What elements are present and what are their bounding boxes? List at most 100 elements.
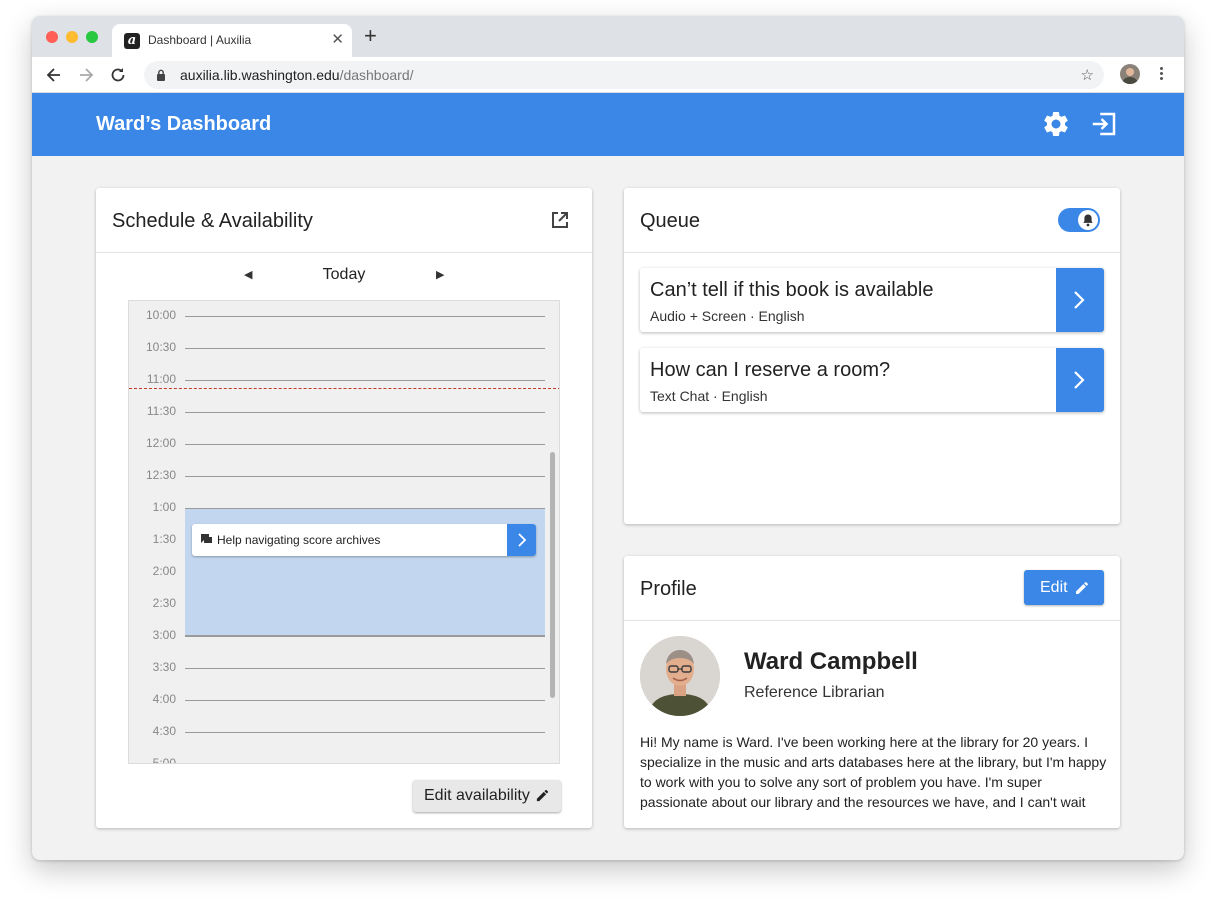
address-bar[interactable]: auxilia.lib.washington.edu/dashboard/ ☆ [144, 61, 1104, 89]
profile-name: Ward Campbell [744, 648, 918, 675]
queue-card-header: Queue [624, 188, 1120, 253]
time-slot-label: 4:30 [152, 724, 176, 738]
time-slot-label: 2:00 [152, 564, 176, 578]
time-slot[interactable]: 3:30 [129, 660, 559, 700]
time-slot[interactable]: 4:30 [129, 724, 559, 763]
open-external-icon[interactable] [550, 210, 570, 230]
edit-availability-label: Edit availability [424, 787, 530, 804]
appointment-label: Help navigating score archives [217, 533, 381, 547]
time-slot[interactable]: 11:00 [129, 372, 559, 412]
calendar-scrollbar[interactable] [550, 452, 555, 698]
reload-icon[interactable] [108, 65, 128, 85]
time-slot-label: 10:00 [145, 308, 176, 322]
browser-profile-avatar[interactable] [1120, 64, 1140, 84]
time-slot-label: 3:00 [152, 628, 176, 642]
edit-availability-button[interactable]: Edit availability [413, 780, 561, 812]
calendar-day-view[interactable]: 10:00 10:30 11:00 11:30 12:00 12:30 1:00 1:30 2:… [128, 300, 560, 764]
gear-icon[interactable] [1041, 109, 1071, 139]
toggle-knob [1078, 210, 1098, 230]
app-header: Ward’s Dashboard [32, 93, 1184, 156]
back-arrow-icon[interactable] [44, 65, 64, 85]
close-tab-icon[interactable]: ✕ [331, 30, 344, 48]
appointment-item[interactable]: Help navigating score archives [192, 524, 536, 556]
edit-profile-button[interactable]: Edit [1024, 570, 1104, 605]
site-favicon: a [124, 33, 140, 49]
profile-bio: Hi! My name is Ward. I've been working h… [640, 734, 1107, 810]
queue-item[interactable]: How can I reserve a room? Text Chat · En… [640, 348, 1104, 412]
chevron-right-icon [518, 533, 527, 547]
queue-item-subtitle: Text Chat · English [650, 388, 768, 404]
queue-title: Queue [640, 210, 701, 232]
time-slot-line [185, 444, 545, 445]
tab-title: Dashboard | Auxilia [148, 33, 252, 47]
time-slot-line [185, 412, 545, 413]
accept-queue-item-button[interactable] [1056, 348, 1104, 412]
next-day-icon[interactable]: ▶ [436, 268, 444, 281]
page-title: Ward’s Dashboard [96, 113, 272, 135]
time-slot-label: 11:00 [146, 372, 176, 386]
sign-out-icon[interactable] [1089, 109, 1119, 139]
time-slot-line [185, 668, 545, 669]
profile-card: Profile Edit Ward Campbell Reference Lib… [624, 556, 1120, 828]
time-slot-line [185, 380, 545, 381]
time-slot-line [185, 348, 545, 349]
time-slot-line [185, 732, 545, 733]
pencil-icon [536, 789, 549, 802]
time-slot-label: 10:30 [145, 340, 176, 354]
time-slot[interactable]: 10:30 [129, 340, 559, 380]
day-label: Today [322, 266, 366, 283]
chat-icon [201, 534, 212, 543]
schedule-card-header: Schedule & Availability [96, 188, 592, 253]
url-host: auxilia.lib.washington.edu [180, 67, 340, 83]
current-time-line [129, 388, 559, 389]
time-slot-line [185, 316, 545, 317]
time-slot-label: 11:30 [146, 404, 176, 418]
time-slot-line [185, 700, 545, 701]
schedule-title: Schedule & Availability [112, 210, 313, 232]
url-text: auxilia.lib.washington.edu/dashboard/ [180, 67, 414, 83]
time-slot[interactable]: 11:30 [129, 404, 559, 444]
schedule-card: Schedule & Availability ◀ Today ▶ 10:00 1… [96, 188, 592, 828]
zoom-window-button[interactable] [86, 31, 98, 43]
time-slot-label: 2:30 [152, 596, 176, 610]
queue-item[interactable]: Can’t tell if this book is available Aud… [640, 268, 1104, 332]
bookmark-star-icon[interactable]: ☆ [1081, 66, 1094, 84]
chevron-right-icon [1074, 371, 1085, 389]
time-slot-label: 1:00 [152, 500, 176, 514]
time-slot-label: 5:00 [152, 756, 176, 764]
queue-item-title: Can’t tell if this book is available [650, 279, 934, 301]
time-slot-line [185, 476, 545, 477]
url-path: /dashboard/ [339, 67, 414, 83]
profile-card-header: Profile Edit [624, 556, 1120, 621]
lock-icon [157, 69, 165, 81]
queue-card: Queue Can’t tell if this book is availab… [624, 188, 1120, 524]
pencil-icon [1076, 581, 1089, 594]
profile-role: Reference Librarian [744, 684, 885, 701]
open-appointment-button[interactable] [507, 524, 536, 556]
time-slot-label: 4:00 [152, 692, 176, 706]
bell-icon [1083, 214, 1093, 227]
browser-tab[interactable]: a Dashboard | Auxilia ✕ [112, 24, 352, 57]
minimize-window-button[interactable] [66, 31, 78, 43]
time-slot-label: 12:30 [145, 468, 176, 482]
time-slot-label: 12:00 [145, 436, 176, 450]
time-slot[interactable]: 4:00 [129, 692, 559, 732]
queue-item-title: How can I reserve a room? [650, 359, 891, 381]
time-slot-label: 3:30 [152, 660, 176, 674]
time-slot[interactable]: 12:00 [129, 436, 559, 476]
chevron-right-icon [1074, 291, 1085, 309]
notifications-toggle[interactable] [1058, 208, 1100, 232]
close-window-button[interactable] [46, 31, 58, 43]
forward-arrow-icon[interactable] [76, 65, 96, 85]
new-tab-button[interactable]: + [364, 25, 377, 47]
time-slot[interactable]: 12:30 [129, 468, 559, 508]
browser-window: a Dashboard | Auxilia ✕ + auxilia.lib.wa… [32, 16, 1184, 860]
profile-title: Profile [640, 578, 697, 600]
time-slot[interactable]: 3:00 [129, 628, 559, 668]
time-slot[interactable]: 10:00 [129, 308, 559, 348]
browser-menu-icon[interactable] [1160, 67, 1164, 82]
accept-queue-item-button[interactable] [1056, 268, 1104, 332]
queue-item-subtitle: Audio + Screen · English [650, 308, 805, 324]
time-slot-line [185, 636, 545, 637]
profile-photo [640, 636, 720, 716]
